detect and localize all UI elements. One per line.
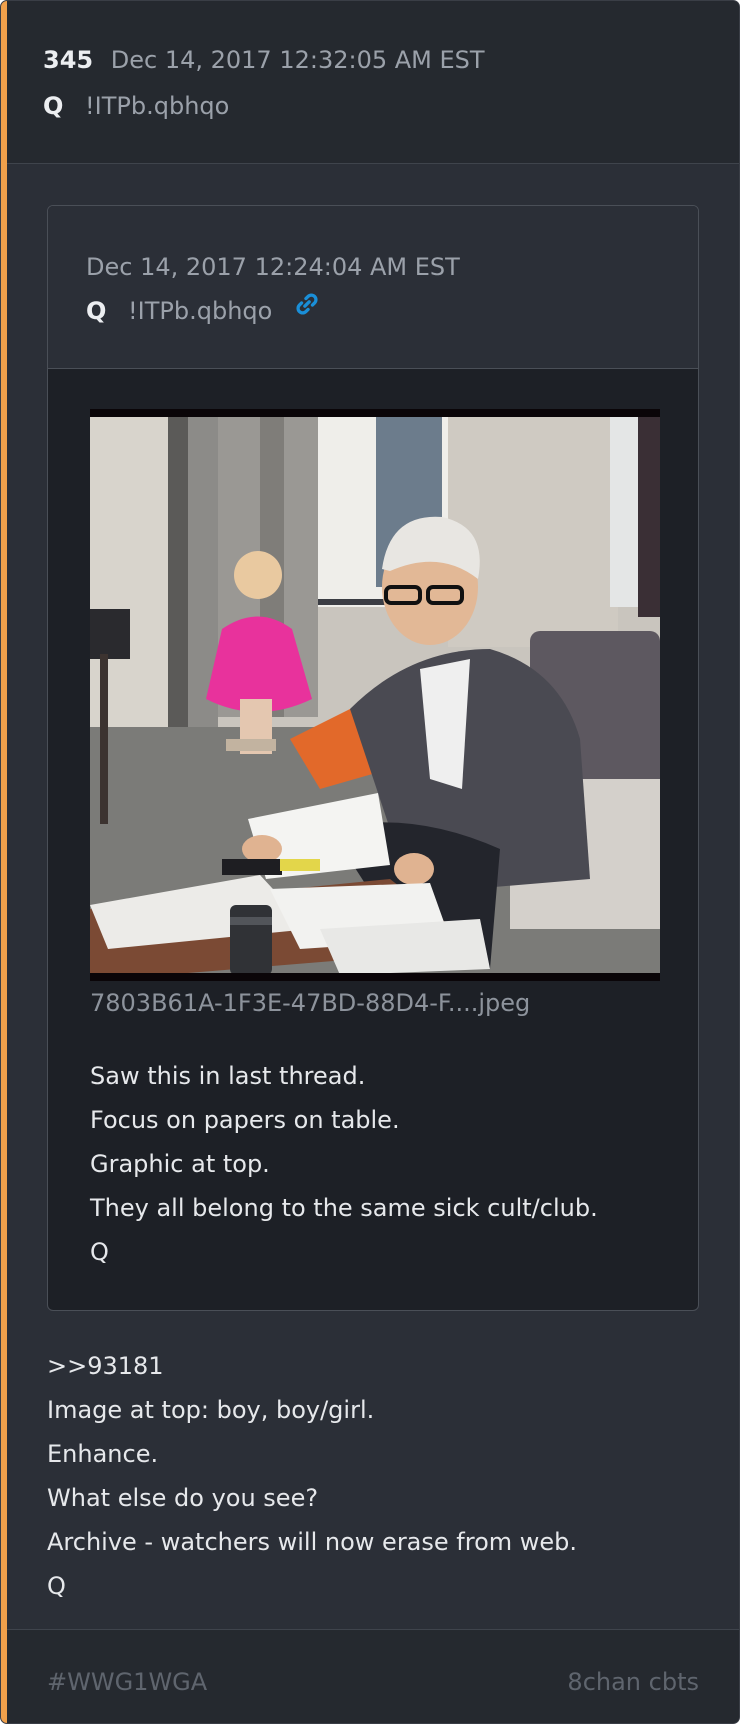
attached-photo[interactable] — [90, 409, 660, 981]
hashtag[interactable]: #WWG1WGA — [47, 1668, 207, 1696]
link-icon[interactable] — [294, 291, 320, 323]
post-author-line: Q !ITPb.qbhqo — [43, 92, 229, 120]
post-tripcode: !ITPb.qbhqo — [85, 92, 230, 120]
post-message-line: Enhance. — [47, 1440, 159, 1468]
quoted-message-line: Graphic at top. — [90, 1150, 270, 1178]
post-message-line: Image at top: boy, boy/girl. — [47, 1396, 375, 1424]
post-message-line: Q — [47, 1572, 66, 1600]
reply-reference[interactable]: >>93181 — [47, 1344, 707, 1388]
post-message-line: Archive - watchers will now erase from w… — [47, 1528, 578, 1556]
quoted-message-line: They all belong to the same sick cult/cl… — [90, 1194, 598, 1222]
post-message-line: What else do you see? — [47, 1484, 319, 1512]
attachment-filename[interactable]: 7803B61A-1F3E-47BD-88D4-F....jpeg — [90, 989, 530, 1017]
quoted-tripcode: !ITPb.qbhqo — [128, 297, 273, 325]
post-message: >>93181 Image at top: boy, boy/girl. Enh… — [47, 1344, 707, 1608]
source-label: 8chan cbts — [567, 1668, 699, 1696]
quoted-author: Q — [86, 297, 107, 325]
post-timestamp: Dec 14, 2017 12:32:05 AM EST — [110, 46, 485, 74]
quoted-post-header: Dec 14, 2017 12:24:04 AM EST Q !ITPb.qbh… — [48, 206, 698, 369]
quoted-message: Saw this in last thread. Focus on papers… — [90, 1054, 670, 1274]
accent-bar — [1, 1, 7, 1723]
post-header: 345 Dec 14, 2017 12:32:05 AM EST Q !ITPb… — [7, 1, 739, 164]
post-number[interactable]: 345 — [43, 46, 93, 74]
post-footer: #WWG1WGA 8chan cbts — [7, 1629, 739, 1723]
quoted-post: Dec 14, 2017 12:24:04 AM EST Q !ITPb.qbh… — [47, 205, 699, 1311]
post-meta: 345 Dec 14, 2017 12:32:05 AM EST — [43, 46, 485, 74]
quoted-message-line: Q — [90, 1238, 109, 1266]
post-card: 345 Dec 14, 2017 12:32:05 AM EST Q !ITPb… — [0, 0, 740, 1724]
quoted-timestamp: Dec 14, 2017 12:24:04 AM EST — [86, 253, 460, 281]
quoted-message-line: Focus on papers on table. — [90, 1106, 400, 1134]
quoted-author-line: Q !ITPb.qbhqo — [86, 293, 320, 325]
post-author: Q — [43, 92, 64, 120]
quoted-message-line: Saw this in last thread. — [90, 1062, 366, 1090]
